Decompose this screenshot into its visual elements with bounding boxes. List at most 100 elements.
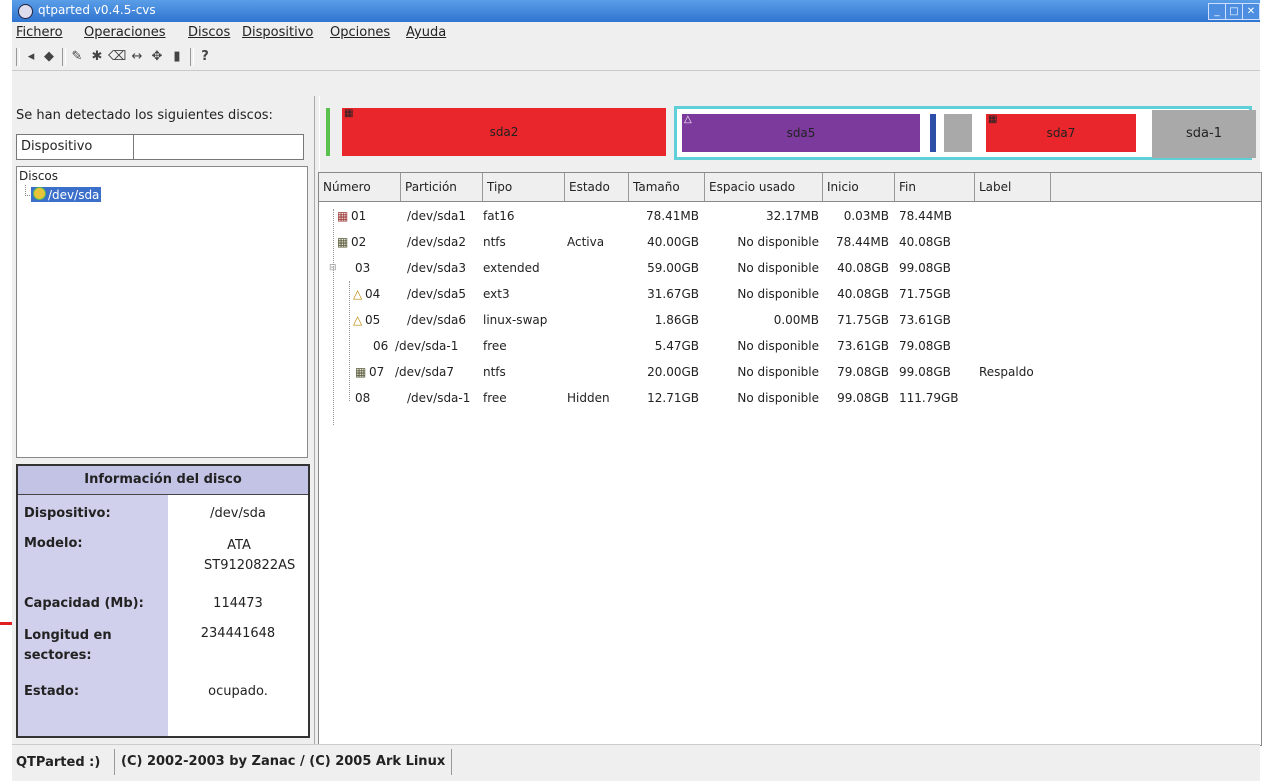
- disks-panel: Se han detectado los siguientes discos: …: [12, 96, 314, 744]
- cell-particion: /dev/sda-1: [395, 339, 459, 353]
- partition-block-sda6[interactable]: [930, 114, 936, 152]
- cell-espacio-usado: No disponible: [737, 261, 819, 275]
- partition-icon[interactable]: ◆: [40, 48, 58, 66]
- menu-fichero[interactable]: Fichero: [16, 25, 63, 40]
- cell-numero: 01: [351, 209, 367, 223]
- menu-discos[interactable]: Discos: [188, 25, 230, 40]
- info-label-state: Estado:: [24, 684, 80, 699]
- column-tipo[interactable]: Tipo: [483, 173, 565, 201]
- disk-tree: Discos /dev/sda: [16, 166, 308, 458]
- table-row[interactable]: 08 /dev/sda-1 free Hidden 12.71GB No dis…: [319, 387, 1261, 411]
- info-value-model: ATA ST9120822AS: [204, 538, 296, 573]
- cell-numero: 02: [351, 235, 367, 249]
- column-particion[interactable]: Partición: [401, 173, 483, 201]
- column-label[interactable]: Label: [975, 173, 1051, 201]
- partition-block-free[interactable]: [944, 114, 972, 152]
- table-row[interactable]: ▦ 02 /dev/sda2 ntfs Activa 40.00GB No di…: [319, 231, 1261, 255]
- menu-operaciones[interactable]: Operaciones: [84, 25, 166, 40]
- column-inicio[interactable]: Inicio: [823, 173, 895, 201]
- properties-icon[interactable]: ✱: [88, 48, 106, 66]
- cell-tamano: 5.47GB: [654, 339, 699, 353]
- minimize-button[interactable]: _: [1208, 3, 1226, 20]
- cell-tipo: free: [483, 391, 507, 405]
- menu-ayuda[interactable]: Ayuda: [406, 25, 446, 40]
- whats-this-icon[interactable]: ?: [196, 48, 214, 66]
- windows-icon: ▦: [355, 365, 367, 379]
- column-numero[interactable]: Número: [319, 173, 401, 201]
- cell-tamano: 12.71GB: [647, 391, 699, 405]
- table-row[interactable]: ⊟ 03 /dev/sda3 extended 59.00GB No dispo…: [319, 257, 1261, 281]
- cell-tipo: extended: [483, 261, 540, 275]
- cell-inicio: 79.08GB: [837, 365, 889, 379]
- cell-tipo: fat16: [483, 209, 515, 223]
- delete-icon[interactable]: ⌫: [108, 48, 126, 66]
- device-list-header[interactable]: Dispositivo: [16, 134, 304, 160]
- partition-block-label: sda2: [489, 125, 519, 139]
- disk-icon[interactable]: ◂: [22, 48, 40, 66]
- cell-espacio-usado: No disponible: [737, 339, 819, 353]
- menu-dispositivo[interactable]: Dispositivo: [242, 25, 313, 40]
- status-app-name: QTParted :): [16, 755, 101, 770]
- partition-block-sda-1[interactable]: sda-1: [1152, 110, 1256, 158]
- cell-inicio: 73.61GB: [837, 339, 889, 353]
- windows-icon: ▦: [337, 209, 349, 223]
- column-espacio-usado[interactable]: Espacio usado: [705, 173, 823, 201]
- cell-espacio-usado: No disponible: [737, 287, 819, 301]
- cell-particion: /dev/sda6: [407, 313, 467, 327]
- cell-tipo: ntfs: [483, 235, 506, 249]
- partition-table: Número Partición Tipo Estado Tamaño Espa…: [318, 172, 1262, 746]
- title-bar[interactable]: qtparted v0.4.5-cvs _ □ ✕: [12, 0, 1260, 22]
- move-icon[interactable]: ✥: [148, 48, 166, 66]
- cell-numero: 06: [373, 339, 389, 353]
- trash-icon[interactable]: ▮: [168, 48, 186, 66]
- table-row[interactable]: △ 04 /dev/sda5 ext3 31.67GB No disponibl…: [319, 283, 1261, 307]
- table-row[interactable]: ▦ 07 /dev/sda7 ntfs 20.00GB No disponibl…: [319, 361, 1261, 385]
- cell-numero: 07: [369, 365, 385, 379]
- collapse-icon[interactable]: ⊟: [329, 263, 337, 273]
- tree-header: Discos: [19, 169, 59, 183]
- cell-tamano: 78.41MB: [646, 209, 699, 223]
- info-label-model: Modelo:: [24, 536, 83, 551]
- cell-particion: /dev/sda-1: [407, 391, 471, 405]
- format-icon[interactable]: ✎: [68, 48, 86, 66]
- maximize-button[interactable]: □: [1225, 3, 1243, 20]
- cell-tamano: 31.67GB: [647, 287, 699, 301]
- cell-numero: 04: [365, 287, 381, 301]
- info-value-sectors: 234441648: [200, 626, 276, 641]
- resize-icon[interactable]: ↔: [128, 48, 146, 66]
- column-estado[interactable]: Estado: [565, 173, 629, 201]
- windows-icon: ▦: [337, 235, 349, 249]
- partition-block-sda7[interactable]: ▦ sda7: [986, 114, 1136, 152]
- linux-icon: △: [353, 313, 363, 327]
- column-divider: [133, 135, 134, 159]
- cell-fin: 111.79GB: [899, 391, 959, 405]
- table-header: Número Partición Tipo Estado Tamaño Espa…: [319, 173, 1261, 202]
- close-button[interactable]: ✕: [1242, 3, 1260, 20]
- partition-map: ▦ sda2 △ sda5 ▦ sda7 sda-1: [320, 100, 1260, 166]
- partition-block-sda5[interactable]: △ sda5: [682, 114, 920, 152]
- windows-icon: ▦: [344, 108, 354, 119]
- partition-block-label: sda-1: [1186, 126, 1222, 141]
- column-tamano[interactable]: Tamaño: [629, 173, 705, 201]
- table-row[interactable]: ▦ 01 /dev/sda1 fat16 78.41MB 32.17MB 0.0…: [319, 205, 1261, 229]
- device-column-header[interactable]: Dispositivo: [21, 139, 92, 154]
- partition-block-sda2[interactable]: ▦ sda2: [342, 108, 666, 156]
- cell-inicio: 40.08GB: [837, 287, 889, 301]
- info-label-sectors: Longitud en sectores:: [24, 628, 112, 663]
- column-fin[interactable]: Fin: [895, 173, 975, 201]
- info-value-capacity: 114473: [213, 596, 263, 611]
- table-row[interactable]: △ 05 /dev/sda6 linux-swap 1.86GB 0.00MB …: [319, 309, 1261, 333]
- cell-numero: 03: [355, 261, 371, 275]
- partition-block-label: sda7: [1046, 126, 1076, 140]
- table-row[interactable]: 06 /dev/sda-1 free 5.47GB No disponible …: [319, 335, 1261, 359]
- cell-espacio-usado: 32.17MB: [766, 209, 819, 223]
- red-marker: [0, 622, 12, 625]
- cell-fin: 71.75GB: [899, 287, 951, 301]
- menu-opciones[interactable]: Opciones: [330, 25, 390, 40]
- cell-estado: Hidden: [567, 391, 610, 405]
- partition-block-sda1[interactable]: [326, 108, 330, 156]
- cell-particion: /dev/sda5: [407, 287, 467, 301]
- cell-particion: /dev/sda2: [407, 235, 467, 249]
- tree-item-dev-sda[interactable]: /dev/sda: [31, 187, 102, 202]
- cell-tipo: linux-swap: [483, 313, 548, 327]
